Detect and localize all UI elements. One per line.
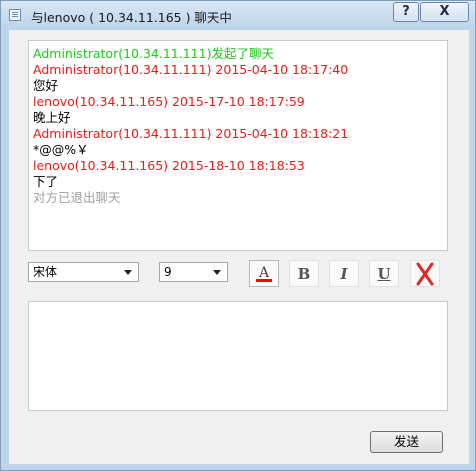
message-line: 下了 <box>33 174 59 189</box>
clear-format-button[interactable] <box>410 260 440 287</box>
italic-button[interactable]: I <box>329 260 359 287</box>
font-family-value: 宋体 <box>33 265 58 279</box>
chat-history[interactable]: Administrator(10.34.11.111)发起了聊天 Adminis… <box>28 40 448 251</box>
italic-icon: I <box>340 265 348 283</box>
font-color-icon: A <box>256 265 272 282</box>
window-title: 与lenovo ( 10.34.11.165 ) 聊天中 <box>31 10 232 25</box>
underline-icon: U <box>377 265 391 283</box>
font-size-value: 9 <box>164 265 172 279</box>
message-input[interactable] <box>28 301 448 411</box>
chat-window: 与lenovo ( 10.34.11.165 ) 聊天中 ? X Adminis… <box>0 0 476 471</box>
chevron-down-icon <box>213 270 221 275</box>
close-button[interactable]: X <box>420 2 469 22</box>
font-color-button[interactable]: A <box>249 260 279 287</box>
message-line: Administrator(10.34.11.111) 2015-04-10 1… <box>33 126 349 141</box>
message-line: 对方已退出聊天 <box>33 190 121 205</box>
title-bar[interactable]: 与lenovo ( 10.34.11.165 ) 聊天中 ? X <box>1 1 475 30</box>
message-line: lenovo(10.34.11.165) 2015-18-10 18:18:53 <box>33 158 305 173</box>
color-indicator <box>256 279 272 282</box>
red-x-icon <box>416 262 434 286</box>
message-line: Administrator(10.34.11.111) 2015-04-10 1… <box>33 62 349 77</box>
help-button[interactable]: ? <box>393 2 419 22</box>
client-area: Administrator(10.34.11.111)发起了聊天 Adminis… <box>9 30 469 464</box>
message-line: 晚上好 <box>33 110 71 125</box>
message-line: *@@%￥ <box>33 142 89 157</box>
font-family-select[interactable]: 宋体 <box>28 262 139 282</box>
message-line: Administrator(10.34.11.111)发起了聊天 <box>33 46 274 61</box>
font-size-select[interactable]: 9 <box>159 262 228 282</box>
bold-icon: B <box>297 265 311 283</box>
send-button[interactable]: 发送 <box>370 431 443 453</box>
message-line: lenovo(10.34.11.165) 2015-17-10 18:17:59 <box>33 94 305 109</box>
window-app-icon <box>9 9 21 21</box>
message-line: 您好 <box>33 78 59 93</box>
chevron-down-icon <box>124 270 132 275</box>
bold-button[interactable]: B <box>289 260 319 287</box>
underline-button[interactable]: U <box>369 260 399 287</box>
font-color-glyph: A <box>258 265 270 281</box>
